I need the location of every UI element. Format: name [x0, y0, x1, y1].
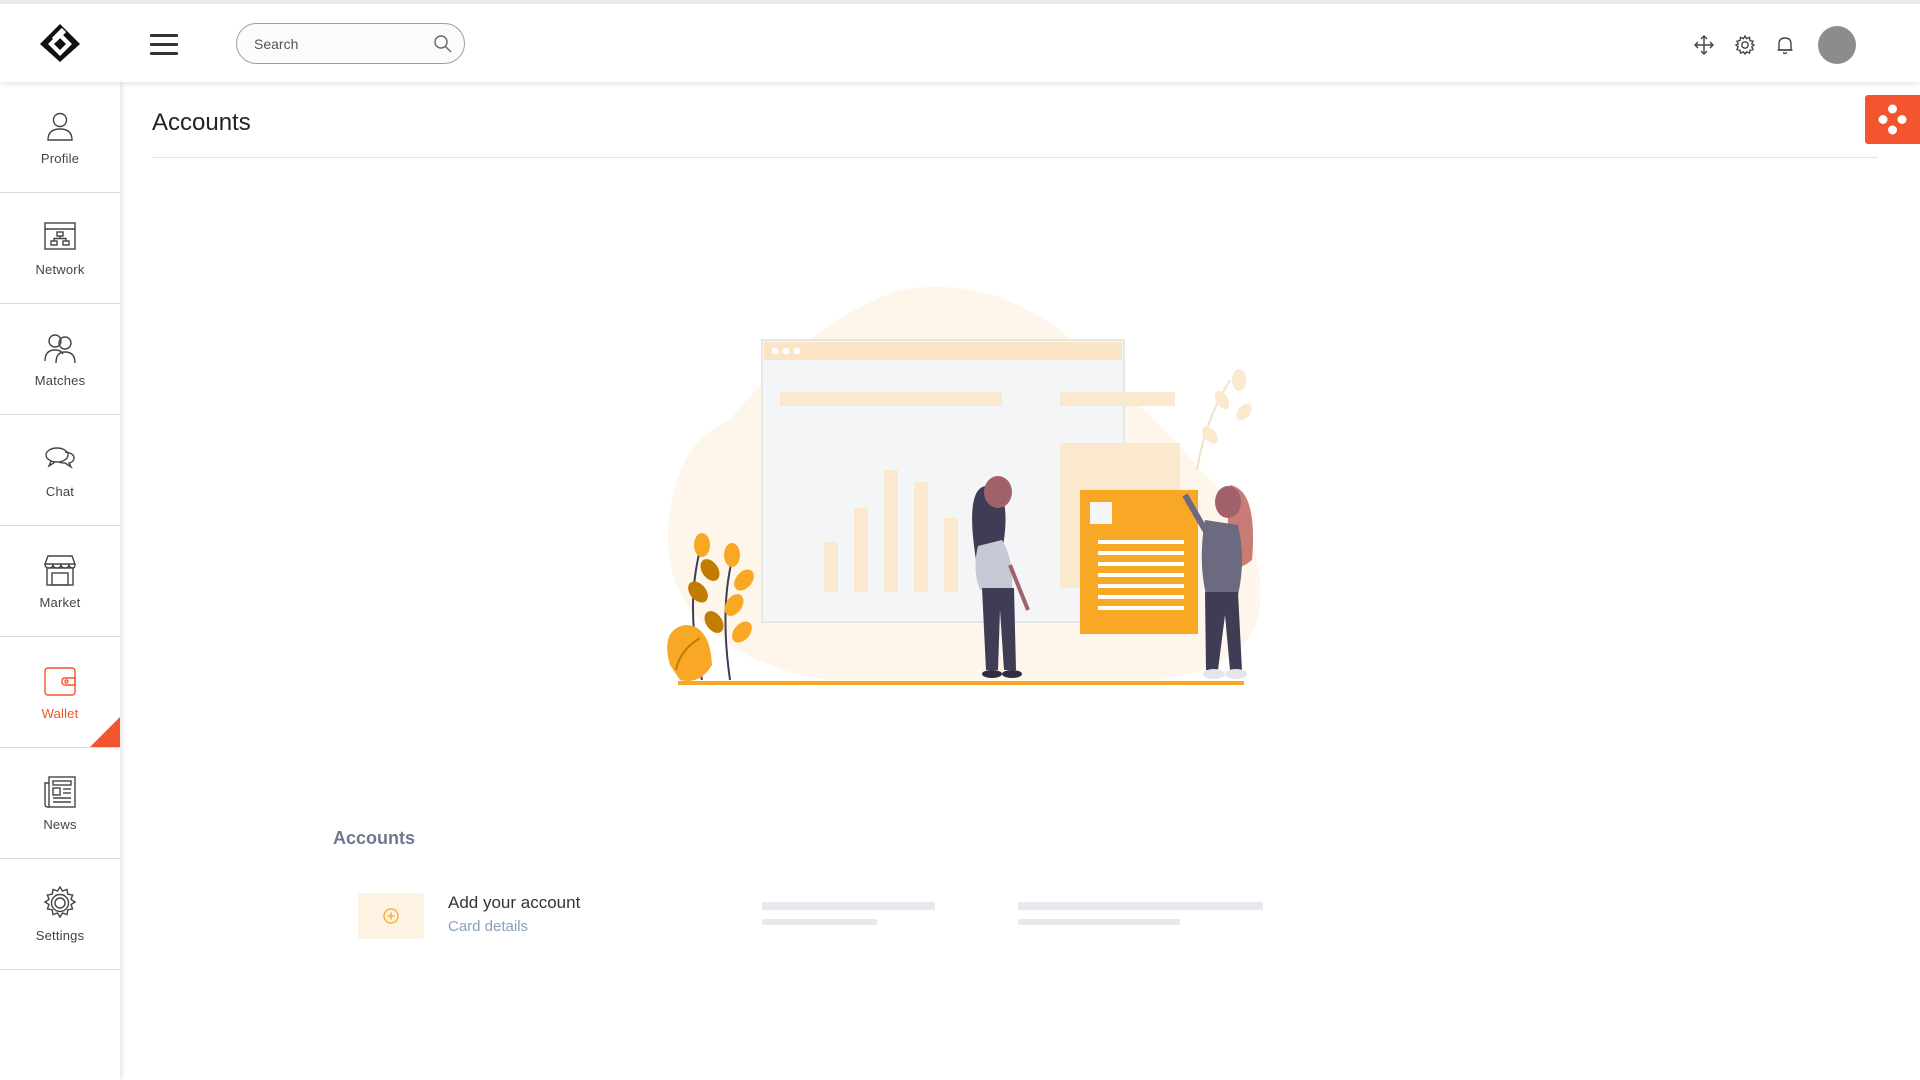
- bell-icon[interactable]: [1774, 34, 1796, 56]
- sidebar-item-market[interactable]: Market: [0, 526, 120, 637]
- matches-icon: [44, 333, 76, 363]
- add-account-row: Add your account Card details: [358, 893, 1268, 939]
- search-box[interactable]: [236, 23, 465, 64]
- move-arrows-icon[interactable]: [1693, 34, 1715, 56]
- placeholder-bar: [762, 919, 877, 925]
- add-account-title[interactable]: Add your account: [448, 893, 580, 913]
- sidebar-item-chat[interactable]: Chat: [0, 415, 120, 526]
- market-icon: [43, 554, 77, 586]
- sidebar-item-label: Wallet: [41, 705, 79, 721]
- floating-widget-button[interactable]: [1865, 95, 1920, 144]
- accounts-illustration: [640, 270, 1280, 730]
- network-icon: [44, 221, 76, 250]
- sidebar-item-label: Chat: [45, 483, 75, 499]
- sidebar-item-news[interactable]: News: [0, 748, 120, 859]
- wallet-icon: [44, 666, 76, 696]
- news-icon: [44, 775, 76, 808]
- page-title: Accounts: [152, 109, 251, 136]
- search-input[interactable]: [254, 33, 424, 55]
- top-bar: [0, 0, 1920, 82]
- sidebar-item-network[interactable]: Network: [0, 193, 120, 304]
- sidebar-item-label: Matches: [34, 372, 86, 388]
- add-account-subtitle: Card details: [448, 918, 529, 935]
- sidebar-item-label: Market: [39, 594, 81, 610]
- sidebar-item-label: Settings: [35, 927, 85, 943]
- sidebar-item-label: Profile: [40, 150, 80, 166]
- placeholder-bar: [1018, 919, 1180, 925]
- sidebar: Profile Network Matches Chat Market Wall…: [0, 82, 120, 1080]
- sidebar-item-label: News: [43, 816, 77, 832]
- sidebar-item-wallet[interactable]: Wallet: [0, 637, 120, 748]
- plus-circle-icon: [383, 908, 399, 924]
- sidebar-item-settings[interactable]: Settings: [0, 859, 120, 970]
- title-divider: [152, 157, 1878, 158]
- placeholder-bar: [1018, 902, 1263, 910]
- section-title: Accounts: [333, 828, 416, 848]
- search-icon[interactable]: [433, 34, 453, 54]
- menu-toggle-button[interactable]: [150, 34, 178, 56]
- active-indicator: [90, 717, 120, 747]
- avatar[interactable]: [1818, 26, 1856, 64]
- gear-icon[interactable]: [1734, 34, 1756, 56]
- sidebar-item-matches[interactable]: Matches: [0, 304, 120, 415]
- add-account-button[interactable]: [358, 893, 424, 939]
- profile-icon: [47, 112, 73, 141]
- dots-cluster-icon: [1878, 104, 1907, 135]
- sidebar-item-label: Network: [35, 261, 85, 277]
- chat-icon: [45, 446, 75, 469]
- settings-icon: [43, 885, 77, 918]
- sidebar-item-profile[interactable]: Profile: [0, 82, 120, 193]
- app-logo-icon[interactable]: [38, 22, 82, 64]
- placeholder-bar: [762, 902, 935, 910]
